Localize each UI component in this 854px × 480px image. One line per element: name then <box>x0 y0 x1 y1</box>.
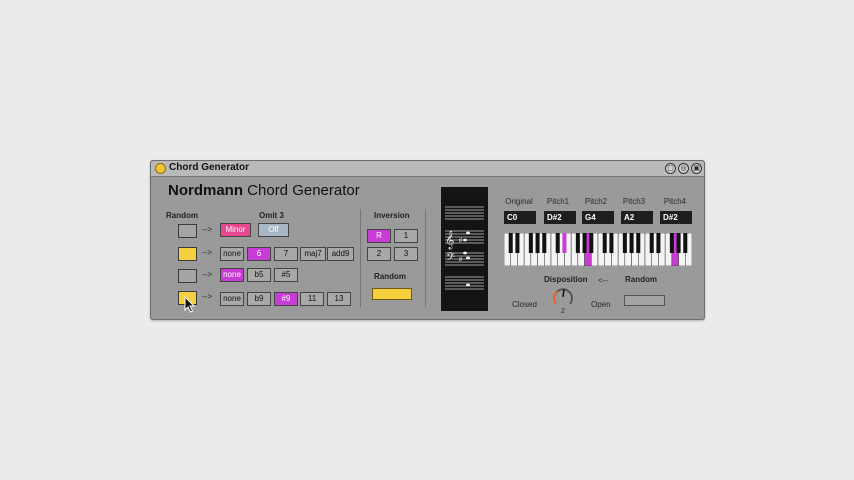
row3-arrow: --> <box>202 270 212 279</box>
device-titlebar: Chord Generator ▢ ◎ ▣ <box>151 161 704 177</box>
svg-text:𝄞: 𝄞 <box>445 230 454 250</box>
disposition-random-slider[interactable] <box>624 295 665 306</box>
pitch3-label: Pitch3 <box>622 197 646 206</box>
fifth-sharp5-button[interactable]: #5 <box>274 268 298 282</box>
minor-button[interactable]: Minor <box>220 223 251 237</box>
ninth-sharp9-button[interactable]: #9 <box>274 292 298 306</box>
disposition-value: 2 <box>561 308 565 315</box>
sixth-6-button[interactable]: 6 <box>247 247 271 261</box>
inversion-label: Inversion <box>374 211 410 220</box>
hotswap-icon[interactable]: ◎ <box>678 163 689 174</box>
ninth-none-button[interactable]: none <box>220 292 244 306</box>
inversion-3-button[interactable]: 3 <box>394 247 418 261</box>
pitch1-label: Pitch1 <box>546 197 570 206</box>
random-toggle-row2[interactable] <box>178 247 197 261</box>
divider <box>425 209 426 307</box>
staff-svg: 𝄞 𝄢 ♯ ♯ <box>445 206 484 290</box>
black-key[interactable] <box>542 233 547 253</box>
pitch2-field[interactable]: G4 <box>582 211 614 224</box>
original-label: Original <box>505 197 533 206</box>
notation-staff: 𝄞 𝄢 ♯ ♯ <box>441 187 488 311</box>
brand-bold: Nordmann <box>168 182 243 199</box>
random-label: Random <box>166 211 198 220</box>
black-key[interactable] <box>555 233 560 253</box>
black-key[interactable] <box>582 233 587 253</box>
save-icon[interactable]: ▣ <box>691 163 702 174</box>
disposition-arrow: <-- <box>598 276 608 285</box>
mouse-cursor-icon <box>184 295 196 318</box>
random-toggle-row1[interactable] <box>178 224 197 238</box>
svg-text:♯: ♯ <box>459 256 462 263</box>
black-key[interactable] <box>575 233 580 253</box>
inversion-random-label: Random <box>374 272 406 281</box>
black-key[interactable] <box>656 233 661 253</box>
ninth-13-button[interactable]: 13 <box>327 292 351 306</box>
divider <box>360 209 361 307</box>
row4-arrow: --> <box>202 292 212 301</box>
omit3-off-button[interactable]: Off <box>258 223 289 237</box>
sixth-none-button[interactable]: none <box>220 247 244 261</box>
fifth-none-button[interactable]: none <box>220 268 244 282</box>
brand-title: Nordmann Chord Generator <box>168 182 360 199</box>
device-title: Chord Generator <box>169 162 250 173</box>
device-on-toggle[interactable] <box>155 163 166 174</box>
svg-text:𝄢: 𝄢 <box>446 251 455 267</box>
knob-icon[interactable] <box>551 285 575 309</box>
sixth-7-button[interactable]: 7 <box>274 247 298 261</box>
black-key[interactable] <box>602 233 607 253</box>
row2-arrow: --> <box>202 248 212 257</box>
black-key[interactable] <box>515 233 520 253</box>
fold-icon[interactable]: ▢ <box>665 163 676 174</box>
pitch2-label: Pitch2 <box>584 197 608 206</box>
sixth-maj7-button[interactable]: maj7 <box>300 247 326 261</box>
svg-text:♯: ♯ <box>459 237 462 244</box>
black-key[interactable] <box>629 233 634 253</box>
black-key[interactable] <box>676 233 681 253</box>
row1-arrow: --> <box>202 225 212 234</box>
disposition-label: Disposition <box>544 275 588 284</box>
chord-generator-device: Chord Generator ▢ ◎ ▣ Nordmann Chord Gen… <box>150 160 705 320</box>
black-key[interactable] <box>609 233 614 253</box>
black-key[interactable] <box>508 233 513 253</box>
pitch1-field[interactable]: D#2 <box>544 211 576 224</box>
disposition-random-label: Random <box>625 275 657 284</box>
ninth-b9-button[interactable]: b9 <box>247 292 271 306</box>
fifth-b5-button[interactable]: b5 <box>247 268 271 282</box>
black-key[interactable] <box>649 233 654 253</box>
black-key[interactable] <box>636 233 641 253</box>
pitch4-label: Pitch4 <box>663 197 687 206</box>
closed-label: Closed <box>512 300 537 309</box>
random-toggle-row3[interactable] <box>178 269 197 283</box>
piano-keyboard[interactable] <box>503 232 693 267</box>
black-key[interactable] <box>622 233 627 253</box>
black-key[interactable] <box>589 233 594 253</box>
black-key[interactable] <box>669 233 674 253</box>
keyboard-svg[interactable] <box>503 232 693 267</box>
original-pitch-field[interactable]: C0 <box>504 211 536 224</box>
ninth-11-button[interactable]: 11 <box>300 292 324 306</box>
inversion-1-button[interactable]: 1 <box>394 229 418 243</box>
inversion-root-button[interactable]: R <box>367 229 391 243</box>
omit3-label: Omit 3 <box>259 211 284 220</box>
open-label: Open <box>591 300 611 309</box>
brand-rest: Chord Generator <box>247 182 360 199</box>
inversion-random-toggle[interactable] <box>372 288 412 300</box>
black-key[interactable] <box>528 233 533 253</box>
pitch4-field[interactable]: D#2 <box>660 211 692 224</box>
inversion-2-button[interactable]: 2 <box>367 247 391 261</box>
black-key[interactable] <box>562 233 567 253</box>
black-key[interactable] <box>683 233 688 253</box>
pitch3-field[interactable]: A2 <box>621 211 653 224</box>
sixth-add9-button[interactable]: add9 <box>327 247 354 261</box>
black-key[interactable] <box>535 233 540 253</box>
